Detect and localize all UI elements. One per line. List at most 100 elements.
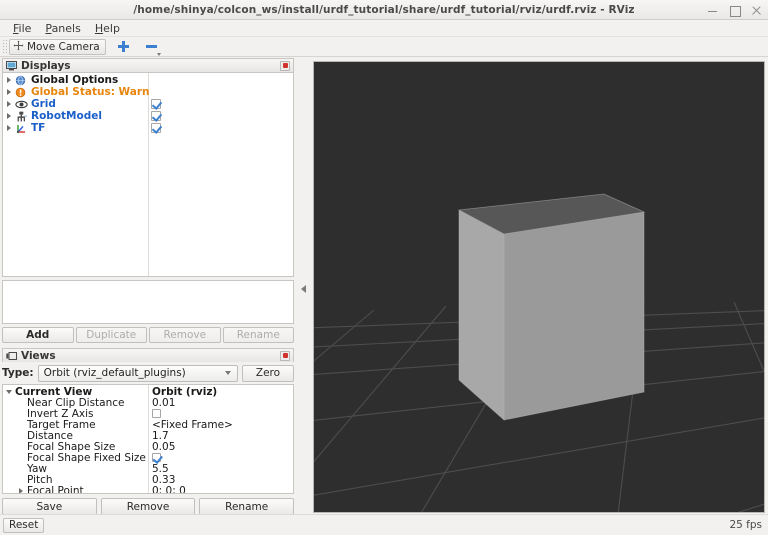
displays-tree[interactable]: Global Options Global Status: Warn Grid … <box>2 72 294 277</box>
view-property-yaw[interactable]: Yaw 5.5 <box>3 463 293 475</box>
view-property-focal-shape-size[interactable]: Focal Shape Size 0.05 <box>3 441 293 453</box>
panel-close-icon <box>282 353 288 358</box>
maximize-icon[interactable] <box>729 5 741 17</box>
close-icon[interactable] <box>751 5 762 16</box>
view-property-near-clip-distance[interactable]: Near Clip Distance 0.01 <box>3 396 293 409</box>
view-property-value: 0; 0; 0 <box>152 484 186 494</box>
statusbar: Reset 25 fps <box>0 514 768 535</box>
view-type-label: Type: <box>2 367 34 379</box>
plus-icon <box>118 41 130 52</box>
rename-display-button[interactable]: Rename <box>222 327 294 343</box>
move-camera-label: Move Camera <box>27 40 100 53</box>
display-label: TF <box>31 122 46 134</box>
displays-panel-close-button[interactable] <box>280 60 290 71</box>
zero-button[interactable]: Zero <box>242 364 294 382</box>
view-property-invert-z-axis[interactable]: Invert Z Axis <box>3 408 293 420</box>
panel-close-icon <box>282 63 288 68</box>
view-property-focal-point[interactable]: Focal Point 0; 0; 0 <box>3 485 293 494</box>
displays-panel: Displays Global Options Global Status: W… <box>2 58 294 343</box>
grid-icon <box>15 99 28 110</box>
minimize-icon[interactable] <box>707 5 718 16</box>
view-type-row: Type: Orbit (rviz_default_plugins) Zero <box>2 364 294 382</box>
remove-view-button[interactable]: Remove <box>100 498 196 515</box>
robot-icon <box>15 111 28 122</box>
display-item-grid[interactable]: Grid <box>3 98 293 110</box>
display-item-global-status[interactable]: Global Status: Warn <box>3 86 293 98</box>
rviz-window: /home/shinya/colcon_ws/install/urdf_tuto… <box>0 0 768 535</box>
focal-shape-fixed-size-checkbox[interactable] <box>152 453 161 462</box>
expand-arrow-icon[interactable] <box>3 98 15 110</box>
menu-help-label-rest: elp <box>103 21 120 35</box>
expand-arrow-icon[interactable] <box>3 122 15 134</box>
expand-arrow-icon[interactable] <box>3 86 15 98</box>
displays-panel-header: Displays <box>2 58 294 72</box>
globe-icon <box>15 75 28 86</box>
robot-model-box <box>457 193 646 421</box>
menu-file[interactable]: File <box>6 21 38 36</box>
views-button-row: Save Remove Rename <box>2 498 295 515</box>
displays-panel-title: Displays <box>21 59 71 72</box>
views-panel-header: Views <box>2 348 294 362</box>
display-item-robotmodel[interactable]: RobotModel <box>3 110 293 122</box>
invert-z-axis-checkbox[interactable] <box>152 409 161 418</box>
remove-tool-button[interactable] <box>142 38 162 56</box>
window-titlebar: /home/shinya/colcon_ws/install/urdf_tuto… <box>0 0 768 20</box>
display-label: Global Options <box>31 74 119 86</box>
view-property-value: 0.01 <box>152 396 176 409</box>
display-item-tf[interactable]: TF <box>3 122 293 134</box>
views-icon <box>6 351 17 361</box>
menu-file-label-rest: ile <box>18 21 32 35</box>
remove-display-button[interactable]: Remove <box>149 327 221 343</box>
expand-arrow-icon[interactable] <box>15 485 27 494</box>
chevron-down-icon <box>156 52 161 56</box>
box-front-face <box>504 212 644 420</box>
displays-button-row: Add Duplicate Remove Rename <box>2 327 294 343</box>
display-label: RobotModel <box>31 110 102 122</box>
toolbar-grip[interactable] <box>2 38 7 55</box>
render-scene <box>314 62 764 512</box>
displays-icon <box>6 60 17 71</box>
menu-panels-label-rest: anels <box>51 21 81 35</box>
duplicate-display-button[interactable]: Duplicate <box>75 327 147 343</box>
window-controls <box>707 0 762 20</box>
window-title: /home/shinya/colcon_ws/install/urdf_tuto… <box>133 3 635 16</box>
menu-panels[interactable]: Panels <box>38 21 87 36</box>
view-property-target-frame[interactable]: Target Frame <Fixed Frame> <box>3 419 293 431</box>
view-type-select[interactable]: Orbit (rviz_default_plugins) <box>37 364 238 382</box>
menubar: File Panels Help <box>0 20 768 37</box>
rename-view-button[interactable]: Rename <box>199 498 295 515</box>
display-visibility-checkbox[interactable] <box>151 99 161 109</box>
toolbar: Move Camera <box>0 37 768 57</box>
render-viewport[interactable] <box>313 61 765 513</box>
view-property-distance[interactable]: Distance 1.7 <box>3 430 293 442</box>
menu-help[interactable]: Help <box>88 21 127 36</box>
view-property-focal-shape-fixed-size[interactable]: Focal Shape Fixed Size <box>3 452 293 464</box>
display-description-box <box>2 280 294 324</box>
view-property-pitch[interactable]: Pitch 0.33 <box>3 474 293 486</box>
chevron-down-icon <box>225 371 231 375</box>
views-panel-close-button[interactable] <box>280 350 290 361</box>
left-panel-column: Displays Global Options Global Status: W… <box>2 58 295 515</box>
reset-button[interactable]: Reset <box>3 517 45 533</box>
view-type-value: Orbit (rviz_default_plugins) <box>43 367 186 379</box>
expand-arrow-icon[interactable] <box>3 110 15 122</box>
display-visibility-checkbox[interactable] <box>151 123 161 133</box>
add-display-button[interactable]: Add <box>2 327 74 343</box>
warning-icon <box>15 87 28 98</box>
fps-indicator: 25 fps <box>729 519 762 531</box>
display-label: Grid <box>31 98 56 110</box>
display-item-global-options[interactable]: Global Options <box>3 74 293 86</box>
view-properties-tree[interactable]: Current View Orbit (rviz) Near Clip Dist… <box>2 384 294 494</box>
save-view-button[interactable]: Save <box>2 498 97 515</box>
view-property-current-view[interactable]: Current View Orbit (rviz) <box>3 386 293 398</box>
views-panel: Views Type: Orbit (rviz_default_plugins)… <box>2 348 295 515</box>
move-camera-icon <box>13 40 24 54</box>
display-visibility-checkbox[interactable] <box>151 111 161 121</box>
add-tool-button[interactable] <box>114 38 134 56</box>
collapse-arrow-icon[interactable] <box>3 386 15 398</box>
collapse-panel-icon[interactable] <box>299 282 307 296</box>
view-property-key: Focal Point <box>27 484 84 494</box>
panel-splitter[interactable] <box>297 58 309 513</box>
move-camera-button[interactable]: Move Camera <box>9 38 106 55</box>
expand-arrow-icon[interactable] <box>3 74 15 86</box>
